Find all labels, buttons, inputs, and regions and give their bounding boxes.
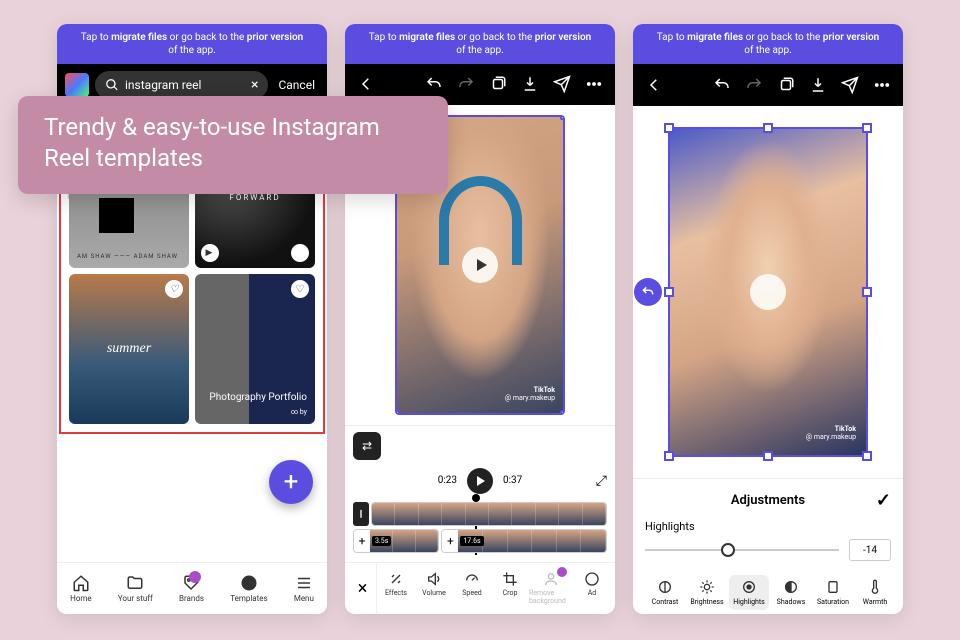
favorite-icon[interactable]: ♡ <box>291 280 309 298</box>
premium-icon: ♛ <box>291 244 309 262</box>
close-tools-icon[interactable]: × <box>349 563 377 614</box>
undo-icon[interactable] <box>707 70 737 100</box>
revert-icon[interactable] <box>634 278 662 306</box>
clip-duration: 3.5s <box>372 536 391 546</box>
adjustments-panel: Adjustments ✓ Highlights -14 Contrast Br… <box>633 478 903 614</box>
nav-your-stuff[interactable]: Your stuff <box>118 574 153 603</box>
timeline-panel: ⇄ 0:23 0:37 ⤢ ∥ + 3.5s + <box>345 425 615 562</box>
tiktok-watermark: TikTok@ mary.makeup <box>505 387 555 402</box>
premium-badge-icon <box>189 571 201 583</box>
tool-row: × Effects Volume Speed Crop Remove backg… <box>345 562 615 614</box>
favorite-icon[interactable]: ♡ <box>165 280 183 298</box>
expand-icon[interactable]: ⤢ <box>596 473 607 489</box>
track-mute-icon[interactable]: ∥ <box>353 502 369 526</box>
highlights-slider[interactable] <box>645 549 839 551</box>
template-tile[interactable]: ♡ summer <box>69 274 189 424</box>
panel-title: Adjustments <box>731 493 805 508</box>
more-icon[interactable] <box>867 70 897 100</box>
play-button[interactable] <box>462 247 498 283</box>
back-icon[interactable] <box>351 69 381 99</box>
app-logo-icon[interactable] <box>65 73 89 97</box>
premium-badge-icon <box>557 567 567 577</box>
download-icon[interactable] <box>515 69 545 99</box>
migrate-banner[interactable]: Tap to migrate files or go back to the p… <box>345 24 615 64</box>
preview-canvas: TikTok@ mary.makeup <box>633 106 903 478</box>
marketing-overlay: Trendy & easy-to-use Instagram Reel temp… <box>18 96 448 194</box>
migrate-banner[interactable]: Tap to migrate files or go back to the p… <box>57 24 327 64</box>
adj-brightness[interactable]: Brightness <box>687 575 727 610</box>
migrate-banner[interactable]: Tap to migrate files or go back to the p… <box>633 24 903 64</box>
tool-speed[interactable]: Speed <box>453 571 491 605</box>
nav-brands[interactable]: Brands <box>179 574 204 603</box>
nav-templates[interactable]: Templates <box>230 574 267 603</box>
adj-shadows[interactable]: Shadows <box>771 575 811 610</box>
tiktok-watermark: TikTok@ mary.makeup <box>806 425 856 441</box>
cancel-search[interactable]: Cancel <box>274 78 319 92</box>
download-icon[interactable] <box>803 70 833 100</box>
adj-warmth[interactable]: Warmth <box>855 575 891 610</box>
adj-highlights[interactable]: Highlights <box>729 575 769 610</box>
tile-text: summer <box>107 341 151 357</box>
time-total: 0:37 <box>503 475 522 486</box>
play-button[interactable] <box>750 274 786 310</box>
video-preview-selected[interactable]: TikTok@ mary.makeup <box>668 127 868 457</box>
back-icon[interactable] <box>639 70 669 100</box>
redo-icon[interactable] <box>739 70 769 100</box>
nav-menu[interactable]: Menu <box>294 574 314 603</box>
add-before-icon[interactable]: + <box>442 530 458 552</box>
tool-remove-bg[interactable]: Remove background <box>529 571 573 605</box>
tool-effects[interactable]: Effects <box>377 571 415 605</box>
replace-media-icon[interactable]: ⇄ <box>353 432 381 460</box>
share-icon[interactable] <box>547 69 577 99</box>
adj-saturation[interactable]: Saturation <box>813 575 853 610</box>
share-icon[interactable] <box>835 70 865 100</box>
slider-label: Highlights <box>645 520 701 533</box>
phone-adjustments: Tap to migrate files or go back to the p… <box>633 24 903 614</box>
play-button[interactable] <box>467 468 493 494</box>
time-current: 0:23 <box>438 475 457 486</box>
tile-title: Photography Portfolio <box>203 392 307 404</box>
layers-icon[interactable] <box>483 69 513 99</box>
clear-search-icon[interactable]: × <box>251 77 258 93</box>
add-before-icon[interactable]: + <box>354 530 370 552</box>
tile-byline: ∞ by <box>203 408 307 416</box>
nav-home[interactable]: Home <box>70 574 92 603</box>
adjustment-tools: Contrast Brightness Highlights Shadows S… <box>645 567 891 610</box>
template-tile[interactable]: ♡ Photography Portfolio ∞ by <box>195 274 315 424</box>
editor-top-bar <box>633 64 903 106</box>
timeline-clip[interactable] <box>371 502 607 526</box>
timeline-clip[interactable]: + 17.6s <box>441 529 607 553</box>
search-input[interactable]: instagram reel × <box>95 71 268 99</box>
adj-contrast[interactable]: Contrast <box>645 575 685 610</box>
search-query: instagram reel <box>125 78 245 92</box>
tool-crop[interactable]: Crop <box>491 571 529 605</box>
fab-add-button[interactable]: + <box>269 460 313 504</box>
tool-volume[interactable]: Volume <box>415 571 453 605</box>
undo-icon[interactable] <box>419 69 449 99</box>
redo-icon[interactable] <box>451 69 481 99</box>
timeline-clip[interactable]: + 3.5s <box>353 529 439 553</box>
tool-more[interactable]: Ad <box>573 571 611 605</box>
layers-icon[interactable] <box>771 70 801 100</box>
play-icon[interactable]: ▶ <box>201 244 219 262</box>
search-icon <box>105 78 119 92</box>
scrub-bar: 0:23 0:37 ⤢ <box>353 464 607 502</box>
slider-value[interactable]: -14 <box>849 539 891 561</box>
bottom-nav: Home Your stuff Brands Templates Menu <box>57 562 327 614</box>
apply-icon[interactable]: ✓ <box>876 490 891 511</box>
more-icon[interactable] <box>579 69 609 99</box>
clip-duration: 17.6s <box>460 536 483 546</box>
slider-thumb[interactable] <box>721 543 735 557</box>
